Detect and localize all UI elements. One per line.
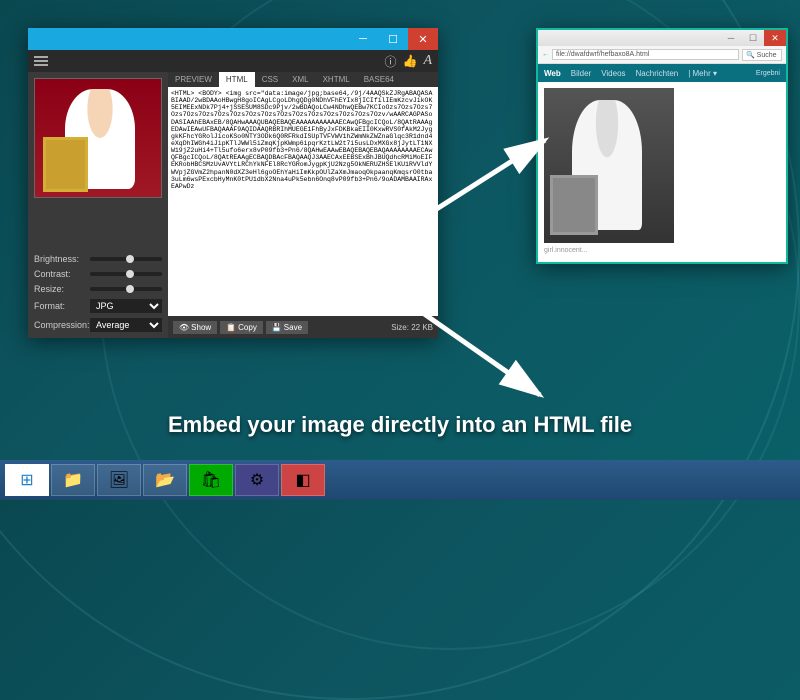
search-input[interactable]: 🔍 Suche bbox=[742, 49, 782, 61]
nav-nachrichten[interactable]: Nachrichten bbox=[636, 69, 679, 78]
app-toolbar: ⓘ 👍 A bbox=[28, 50, 438, 72]
image-caption: girl.innocent... bbox=[544, 247, 780, 254]
contrast-label: Contrast: bbox=[34, 269, 86, 279]
brightness-label: Brightness: bbox=[34, 254, 86, 264]
format-label: Format: bbox=[34, 301, 86, 311]
browser-minimize[interactable]: ─ bbox=[720, 30, 742, 46]
tab-html[interactable]: HTML bbox=[219, 72, 255, 87]
close-button[interactable]: ✕ bbox=[408, 28, 438, 50]
save-icon: 💾 bbox=[272, 323, 282, 332]
copy-icon: 📋 bbox=[226, 323, 236, 332]
taskbar-gallery[interactable]: 🖼 bbox=[97, 464, 141, 496]
nav-videos[interactable]: Videos bbox=[601, 69, 625, 78]
tab-css[interactable]: CSS bbox=[255, 72, 285, 87]
browser-navbar: Web Bilder Videos Nachrichten | Mehr ▾ E… bbox=[538, 64, 786, 82]
taskbar-explorer[interactable]: 📁 bbox=[51, 464, 95, 496]
save-button[interactable]: 💾Save bbox=[266, 321, 308, 334]
browser-content: girl.innocent... bbox=[538, 82, 786, 262]
nav-mehr[interactable]: | Mehr ▾ bbox=[688, 69, 717, 78]
url-input[interactable]: file://dwafdwrf/hefbaxo8A.html bbox=[552, 49, 739, 60]
format-select[interactable]: JPG bbox=[90, 299, 162, 313]
code-output[interactable]: <HTML> <BODY> <img src="data:image/jpg;b… bbox=[168, 87, 438, 316]
show-button[interactable]: 👁Show bbox=[173, 321, 217, 334]
window-titlebar: ─ ☐ ✕ bbox=[28, 28, 438, 50]
browser-close[interactable]: ✕ bbox=[764, 30, 786, 46]
browser-window: ─ ☐ ✕ ← file://dwafdwrf/hefbaxo8A.html 🔍… bbox=[536, 28, 788, 264]
tab-xhtml[interactable]: XHTML bbox=[316, 72, 357, 87]
info-icon[interactable]: ⓘ bbox=[384, 53, 396, 70]
tab-preview[interactable]: PREVIEW bbox=[168, 72, 219, 87]
action-bar: 👁Show 📋Copy 💾Save Size: 22 KB bbox=[168, 316, 438, 338]
taskbar-store[interactable]: 🛍 bbox=[189, 464, 233, 496]
brightness-slider[interactable] bbox=[90, 257, 162, 261]
results-label: Ergebni bbox=[756, 70, 780, 77]
embedded-image bbox=[544, 88, 674, 243]
browser-addressbar: ← file://dwafdwrf/hefbaxo8A.html 🔍 Suche bbox=[538, 46, 786, 64]
resize-slider[interactable] bbox=[90, 287, 162, 291]
output-tabs: PREVIEW HTML CSS XML XHTML BASE64 bbox=[168, 72, 438, 87]
taskbar-app[interactable]: ◧ bbox=[281, 464, 325, 496]
tagline-text: Embed your image directly into an HTML f… bbox=[0, 412, 800, 438]
taskbar: ⊞ 📁 🖼 📂 🛍 ⚙ ◧ bbox=[0, 460, 800, 500]
left-panel: Brightness: Contrast: Resize: Format: JPG… bbox=[28, 72, 168, 338]
minimize-button[interactable]: ─ bbox=[348, 28, 378, 50]
resize-label: Resize: bbox=[34, 284, 86, 294]
nav-bilder[interactable]: Bilder bbox=[571, 69, 591, 78]
taskbar-folder[interactable]: 📂 bbox=[143, 464, 187, 496]
converter-window: ─ ☐ ✕ ⓘ 👍 A Brightness: Contrast: Resize… bbox=[28, 28, 438, 338]
thumbs-up-icon[interactable]: 👍 bbox=[402, 54, 417, 68]
size-label: Size: 22 KB bbox=[391, 323, 433, 332]
eye-icon: 👁 bbox=[179, 323, 189, 332]
taskbar-settings[interactable]: ⚙ bbox=[235, 464, 279, 496]
back-icon[interactable]: ← bbox=[542, 51, 549, 58]
nav-web[interactable]: Web bbox=[544, 69, 561, 78]
browser-titlebar: ─ ☐ ✕ bbox=[538, 30, 786, 46]
contrast-slider[interactable] bbox=[90, 272, 162, 276]
tab-base64[interactable]: BASE64 bbox=[357, 72, 401, 87]
right-panel: PREVIEW HTML CSS XML XHTML BASE64 <HTML>… bbox=[168, 72, 438, 338]
compression-label: Compression: bbox=[34, 320, 86, 330]
copy-button[interactable]: 📋Copy bbox=[220, 321, 263, 334]
browser-maximize[interactable]: ☐ bbox=[742, 30, 764, 46]
compression-select[interactable]: Average bbox=[90, 318, 162, 332]
image-preview bbox=[34, 78, 162, 198]
font-icon[interactable]: A bbox=[423, 53, 432, 69]
menu-icon[interactable] bbox=[34, 56, 48, 66]
tab-xml[interactable]: XML bbox=[285, 72, 315, 87]
start-button[interactable]: ⊞ bbox=[5, 464, 49, 496]
maximize-button[interactable]: ☐ bbox=[378, 28, 408, 50]
